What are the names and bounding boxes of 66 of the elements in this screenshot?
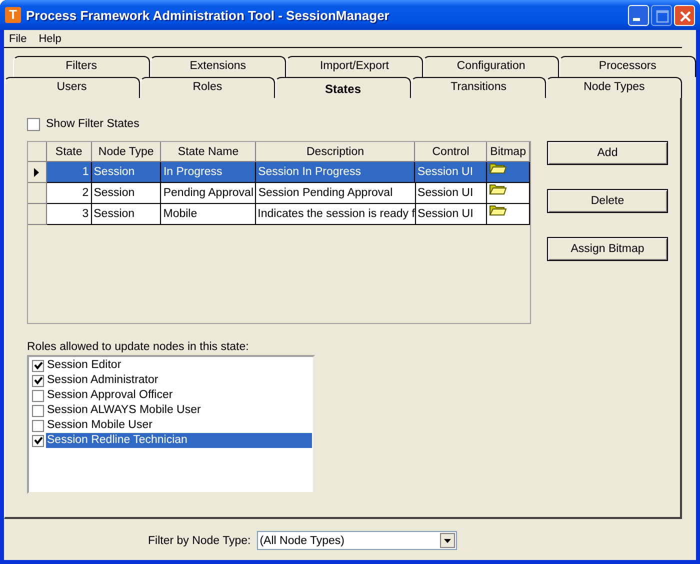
checkbox[interactable] — [32, 390, 44, 402]
checkbox[interactable] — [32, 434, 44, 446]
checkbox[interactable] — [32, 360, 44, 372]
checkbox[interactable] — [32, 374, 44, 386]
column-header[interactable]: State — [46, 142, 92, 162]
menu-item[interactable]: Help — [38, 32, 62, 44]
table-cell: Session — [92, 204, 162, 225]
window-title: Process Framework Administration Tool - SessionManager — [26, 8, 390, 22]
menu-item[interactable]: File — [9, 32, 27, 44]
table-row[interactable]: 2 Session Pending Approval Session Pending Approval Session UI — [28, 183, 530, 204]
column-header[interactable]: Node Type — [92, 142, 162, 162]
table-cell: Session In Progress — [256, 162, 416, 183]
column-header[interactable]: Control — [415, 142, 488, 162]
table-cell: Pending Approval — [161, 183, 256, 204]
tab[interactable]: States — [275, 77, 411, 98]
minimize-button[interactable] — [628, 4, 649, 26]
list-item[interactable]: Session Mobile User — [46, 418, 312, 433]
tab[interactable]: Processors — [559, 56, 696, 77]
table-cell: In Progress — [161, 162, 256, 183]
row-pointer-icon — [34, 168, 40, 176]
column-header[interactable]: Description — [256, 142, 416, 162]
column-header[interactable]: State Name — [161, 142, 256, 162]
folder-icon — [489, 204, 508, 217]
list-item[interactable]: Session Editor — [46, 358, 312, 373]
close-button[interactable] — [674, 4, 695, 26]
action-button[interactable]: Delete — [547, 189, 668, 213]
table-cell: 1 — [46, 162, 92, 183]
caret-icon — [444, 538, 451, 542]
checkbox-label: Show Filter States — [46, 118, 140, 130]
tab[interactable]: Extensions — [150, 56, 286, 77]
column-header[interactable]: Bitmap — [487, 142, 530, 162]
table-cell: Session UI — [416, 183, 488, 204]
table-cell: Session Pending Approval — [256, 183, 416, 204]
filter-label: Filter by Node Type: — [148, 534, 251, 546]
tab[interactable]: Import/Export — [286, 56, 423, 77]
action-button[interactable]: Add — [547, 141, 668, 165]
list-item[interactable]: Session Administrator — [46, 373, 312, 388]
table-cell: Indicates the session is ready f — [256, 204, 416, 225]
checkbox[interactable] — [32, 404, 44, 416]
table-cell: 3 — [46, 204, 92, 225]
table-cell: Session UI — [416, 204, 488, 225]
list-item[interactable]: Session Redline Technician — [46, 433, 312, 448]
action-button[interactable]: Assign Bitmap — [547, 237, 668, 261]
tab[interactable]: Node Types — [546, 77, 682, 98]
minimize-icon — [633, 18, 640, 20]
list-item[interactable]: Session ALWAYS Mobile User — [46, 403, 312, 418]
app-icon: T — [5, 7, 21, 23]
table-cell: Session — [92, 162, 162, 183]
tab[interactable]: Transitions — [410, 77, 546, 98]
list-item[interactable]: Session Approval Officer — [46, 388, 312, 403]
list-label: Roles allowed to update nodes in this state: — [27, 340, 250, 355]
checkbox[interactable] — [32, 420, 44, 432]
table-cell: 2 — [46, 183, 92, 204]
tab[interactable]: Users — [4, 77, 140, 98]
table-row[interactable]: 3 Session Mobile Indicates the session is ready f Session UI — [28, 204, 530, 225]
node-type-dropdown[interactable]: (All Node Types) — [256, 531, 457, 550]
table-cell: Session — [92, 183, 162, 204]
tab[interactable]: Filters — [13, 56, 150, 77]
tab[interactable]: Roles — [140, 77, 276, 98]
table-row[interactable]: 1 Session In Progress Session In Progress Session UI — [28, 162, 530, 183]
checkbox[interactable] — [27, 118, 40, 130]
tab[interactable]: Configuration — [422, 56, 560, 77]
table-cell: Mobile — [161, 204, 256, 225]
folder-icon — [489, 162, 508, 175]
table-cell: Session UI — [415, 162, 488, 183]
folder-icon — [489, 183, 508, 196]
